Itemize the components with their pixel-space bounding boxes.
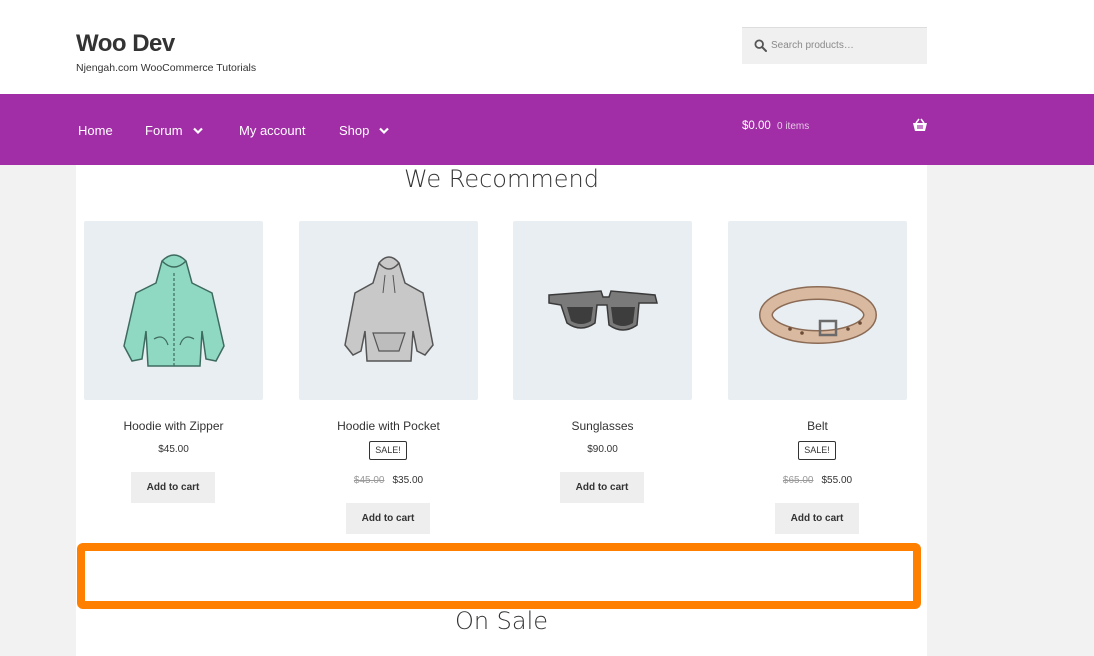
sale-price: $55.00 — [821, 475, 853, 486]
section-title-we-recommend: We Recommend — [404, 165, 599, 193]
nav-item-label: Shop — [339, 123, 370, 138]
product-price: $65.00 $55.00 — [728, 475, 907, 486]
product-card: Sunglasses $90.00 Add to cart — [513, 221, 692, 503]
original-price: $45.00 — [353, 475, 385, 486]
chevron-down-icon — [379, 127, 390, 134]
add-to-cart-button[interactable]: Add to cart — [131, 472, 215, 503]
product-card: Belt SALE! $65.00 $55.00 Add to cart — [728, 221, 907, 534]
highlight-box — [77, 543, 921, 609]
add-to-cart-button[interactable]: Add to cart — [346, 503, 430, 534]
nav-item-my-account[interactable]: My account — [239, 123, 305, 138]
product-image-sunglasses[interactable] — [513, 221, 692, 400]
nav-item-home[interactable]: Home — [78, 123, 113, 138]
nav-item-forum[interactable]: Forum — [145, 123, 203, 138]
cart-item-count[interactable]: 0 items — [777, 121, 809, 132]
product-image-hoodie-zipper[interactable] — [84, 221, 263, 400]
sale-badge: SALE! — [798, 441, 836, 460]
site-tagline: Njengah.com WooCommerce Tutorials — [76, 62, 257, 74]
search-icon — [754, 39, 767, 52]
site-title[interactable]: Woo Dev — [76, 30, 175, 58]
add-to-cart-button[interactable]: Add to cart — [775, 503, 859, 534]
original-price: $65.00 — [782, 475, 814, 486]
sale-price: $35.00 — [392, 475, 424, 486]
basket-icon[interactable] — [912, 118, 928, 132]
product-name[interactable]: Belt — [728, 419, 907, 433]
site-header: Woo Dev Njengah.com WooCommerce Tutorial… — [0, 0, 1094, 94]
primary-navigation: Home Forum My account Shop $0.00 0 items — [0, 94, 1094, 165]
search-input[interactable]: Search products… — [742, 27, 927, 64]
nav-item-shop[interactable]: Shop — [339, 123, 390, 138]
nav-item-label: Forum — [145, 123, 183, 138]
product-name[interactable]: Hoodie with Pocket — [299, 419, 478, 433]
section-title-on-sale: On Sale — [454, 607, 549, 635]
product-name[interactable]: Sunglasses — [513, 419, 692, 433]
nav-item-label: Home — [78, 123, 113, 138]
chevron-down-icon — [192, 127, 203, 134]
search-placeholder: Search products… — [771, 40, 854, 51]
product-image-hoodie-pocket[interactable] — [299, 221, 478, 400]
cart-amount[interactable]: $0.00 — [742, 120, 771, 132]
nav-item-label: My account — [239, 123, 306, 138]
add-to-cart-button[interactable]: Add to cart — [560, 472, 644, 503]
product-price: $90.00 — [587, 444, 618, 455]
product-price: $45.00 — [158, 444, 189, 455]
product-card: Hoodie with Zipper $45.00 Add to cart — [84, 221, 263, 503]
product-card: Hoodie with Pocket SALE! $45.00 $35.00 Ad… — [299, 221, 478, 534]
sale-badge: SALE! — [369, 441, 407, 460]
product-price: $45.00 $35.00 — [299, 475, 478, 486]
product-name[interactable]: Hoodie with Zipper — [84, 419, 263, 433]
product-image-belt[interactable] — [728, 221, 907, 400]
